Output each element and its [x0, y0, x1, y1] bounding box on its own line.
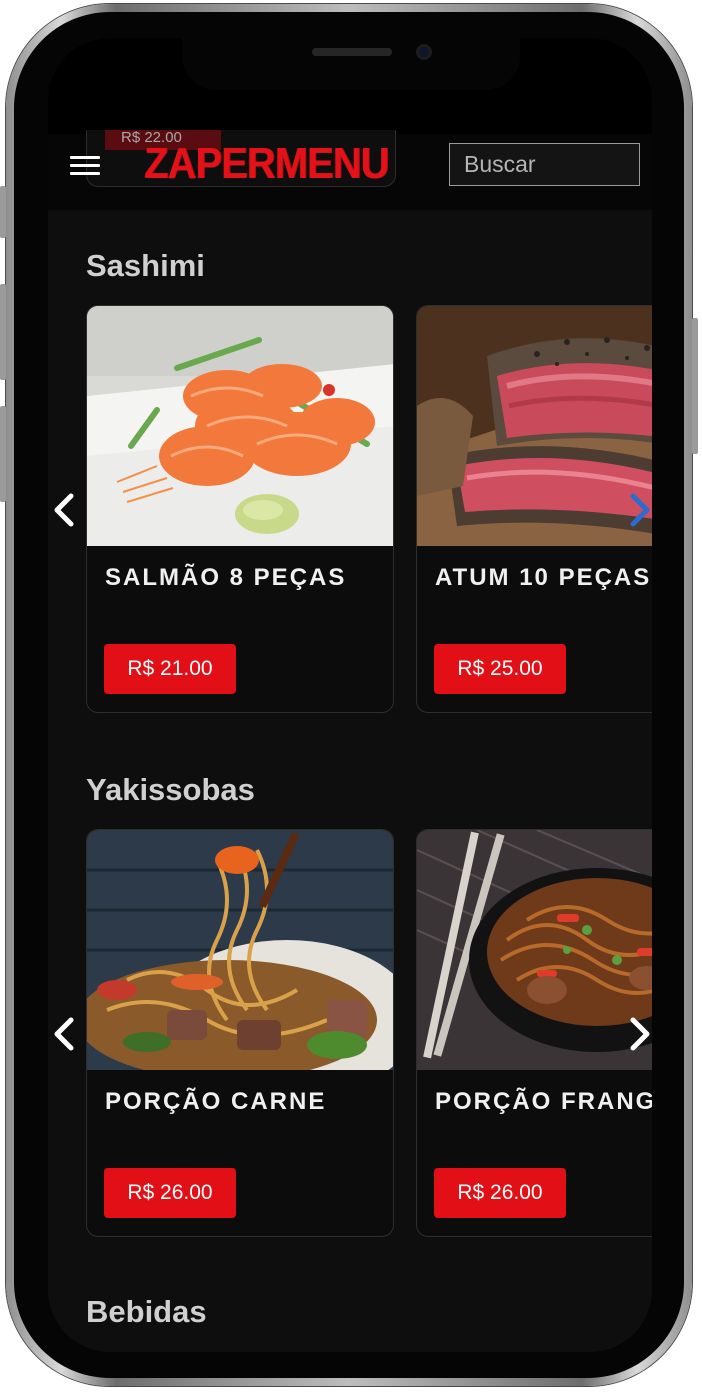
- search-input[interactable]: [449, 143, 640, 186]
- product-image-yakisoba-beef: [87, 830, 393, 1070]
- chevron-right-icon[interactable]: [620, 485, 652, 535]
- app-screen: R$ 22.00 ZAPERMENU Sashimi: [48, 38, 652, 1352]
- speaker-grille: [312, 48, 392, 56]
- product-card[interactable]: PORÇÃO FRANGO R$ 26.00: [416, 829, 652, 1237]
- phone-volume-down-button: [0, 406, 6, 502]
- product-name: ATUM 10 PEÇAS: [435, 564, 652, 591]
- product-card[interactable]: SALMÃO 8 PEÇAS R$ 21.00: [86, 305, 394, 713]
- phone-power-button: [692, 318, 698, 454]
- section-title-bebidas: Bebidas: [86, 1294, 207, 1329]
- product-carousel-sashimi[interactable]: SALMÃO 8 PEÇAS R$ 21.00 ATUM 10 PEÇAS R$…: [86, 305, 652, 715]
- product-price-button[interactable]: R$ 26.00: [104, 1168, 236, 1218]
- hamburger-icon[interactable]: [70, 156, 100, 176]
- product-price-button[interactable]: R$ 25.00: [434, 644, 566, 694]
- section-title-sashimi: Sashimi: [86, 248, 205, 283]
- app-logo: ZAPERMENU: [144, 140, 389, 188]
- product-name: PORÇÃO CARNE: [105, 1088, 327, 1115]
- section-title-yakissobas: Yakissobas: [86, 772, 255, 807]
- chevron-right-icon[interactable]: [620, 1009, 652, 1059]
- product-price-button[interactable]: R$ 26.00: [434, 1168, 566, 1218]
- product-carousel-yakissobas[interactable]: PORÇÃO CARNE R$ 26.00 PORÇÃO FRAN R$ 26.…: [86, 829, 652, 1239]
- product-image-tuna: [417, 306, 652, 546]
- phone-volume-up-button: [0, 284, 6, 380]
- front-camera: [416, 44, 432, 60]
- product-card[interactable]: ATUM 10 PEÇAS R$ 25.00: [416, 305, 652, 713]
- chevron-left-icon[interactable]: [48, 485, 84, 535]
- product-image-salmon: [87, 306, 393, 546]
- chevron-left-icon[interactable]: [48, 1009, 84, 1059]
- app-header: R$ 22.00 ZAPERMENU: [48, 130, 652, 210]
- phone-side-button: [0, 186, 6, 238]
- product-name: SALMÃO 8 PEÇAS: [105, 564, 347, 591]
- product-image-yakisoba-chicken: [417, 830, 652, 1070]
- product-price-button[interactable]: R$ 21.00: [104, 644, 236, 694]
- product-name: PORÇÃO FRANGO: [435, 1088, 652, 1115]
- phone-notch: [182, 38, 520, 90]
- product-card[interactable]: PORÇÃO CARNE R$ 26.00: [86, 829, 394, 1237]
